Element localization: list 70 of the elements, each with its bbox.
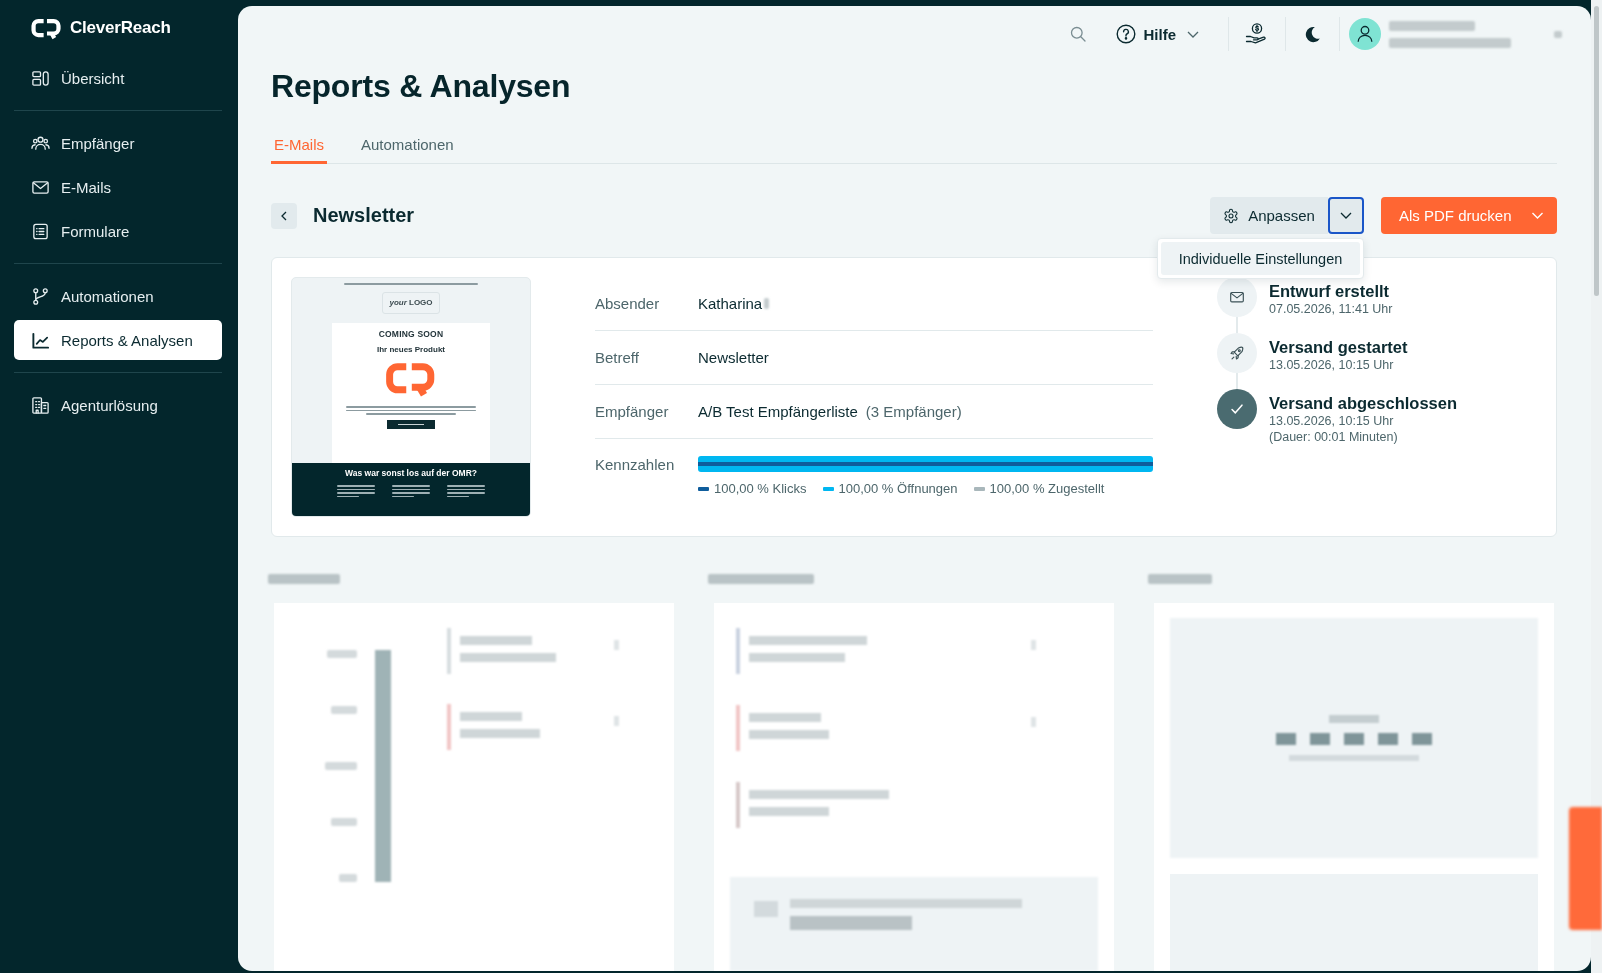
chevron-down-icon [1340,212,1352,219]
help-icon [1116,24,1137,44]
dropdown-toggle[interactable] [1328,197,1364,234]
blurred-text [268,574,340,584]
search-icon [1070,26,1087,42]
small-text-drawing [392,485,430,497]
legend-label: 100,00 % Zugestellt [989,481,1105,497]
legend-label: 100,00 % Öffnungen [838,481,958,497]
field-label: Kennzahlen [595,455,676,475]
field-label: Betreff [595,349,640,366]
blurred-text [331,818,357,826]
chevron-left-icon [281,210,287,221]
branch-icon [31,286,50,306]
layout-icon [31,68,50,88]
blurred-icon [1554,30,1562,38]
field-label: Absender [595,295,661,312]
timeline-date: 13.05.2026, 10:15 Uhr [1269,357,1395,373]
email-footer-title: Was war sonst los auf der OMR? [345,468,477,478]
chevron-down-icon [1187,30,1199,38]
scrollbar-thumb[interactable] [1594,6,1599,296]
sidebar-item[interactable]: E-Mails [14,167,222,207]
settings-icon [1223,207,1240,224]
list-icon [31,221,50,241]
avatar-icon [1349,18,1381,50]
moon-icon [1303,24,1322,44]
logo-icon [30,16,63,40]
field-value: Newsletter [698,349,769,366]
hand-coin-icon [1244,22,1268,46]
small-text-drawing [337,485,375,497]
sidebar-item[interactable]: Formulare [14,211,222,251]
search-button[interactable] [1070,26,1087,42]
logo-text: CleverReach [70,18,171,38]
blurred-text [1148,574,1212,584]
email-headline: COMING SOON [378,329,444,339]
timeline-title: Entwurf erstellt [1269,281,1391,301]
line-chart-icon [31,330,50,350]
building-icon [31,395,50,415]
legend-label: 100,00 % Klicks [714,481,807,497]
timeline-title: Versand abgeschlossen [1269,393,1457,413]
sidebar-item[interactable]: Automationen [14,276,222,316]
customize-button[interactable]: Anpassen [1210,197,1328,234]
timeline-date: (Dauer: 00:01 Minuten) [1269,429,1399,445]
back-button[interactable] [271,202,297,229]
small-text-drawing [447,485,485,497]
menu-item[interactable]: Individuelle Einstellungen [1161,242,1360,275]
dark-mode-button[interactable] [1303,24,1322,44]
report-title: Newsletter [313,204,415,227]
email-cta-drawing [387,419,435,429]
pricing-button[interactable] [1244,22,1268,46]
field-label: Empfänger [595,403,670,420]
page-title: Reports & Analysen [271,67,572,105]
sidebar-item[interactable]: Übersicht [14,58,222,98]
sidebar-item[interactable]: Agenturlösung [14,385,222,425]
field-value: Katharina [698,295,763,312]
timeline-date: 13.05.2026, 10:15 Uhr [1269,413,1395,429]
field-value: A/B Test Empfängerliste [698,403,858,420]
chevron-down-icon [1531,212,1544,219]
timeline-title: Versand gestartet [1269,337,1408,357]
blurred-text [327,650,357,658]
sidebar-item[interactable]: Empfänger [14,123,222,163]
blurred-text [339,874,357,882]
blurred-text [325,762,357,770]
tab[interactable]: Automationen [358,135,457,164]
help-button[interactable]: Hilfe [1116,24,1199,44]
timeline-date: 07.05.2026, 11:41 Uhr [1269,301,1393,317]
field-note: (3 Empfänger) [865,403,962,420]
sidebar-item[interactable]: Reports & Analysen [14,320,222,360]
logo-placeholder-text: your LOGO [389,298,433,308]
blurred-text [331,706,357,714]
email-subline: Ihr neues Produkt [377,345,445,354]
